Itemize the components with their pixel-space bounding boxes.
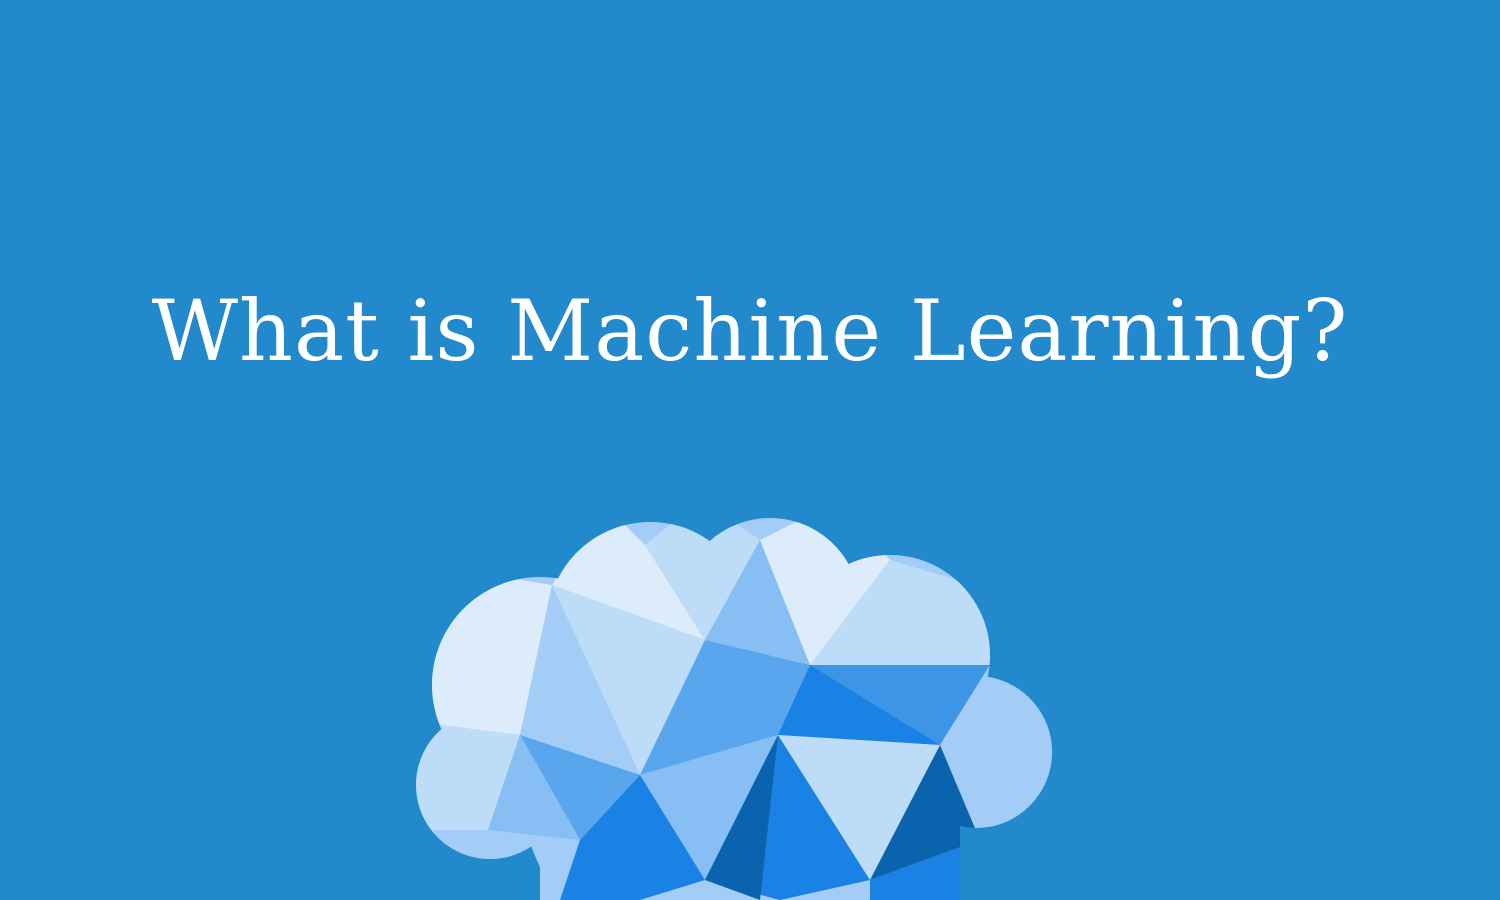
low-poly-brain-icon: [416, 518, 1052, 900]
hero-banner: What is Machine Learning?: [0, 0, 1500, 900]
